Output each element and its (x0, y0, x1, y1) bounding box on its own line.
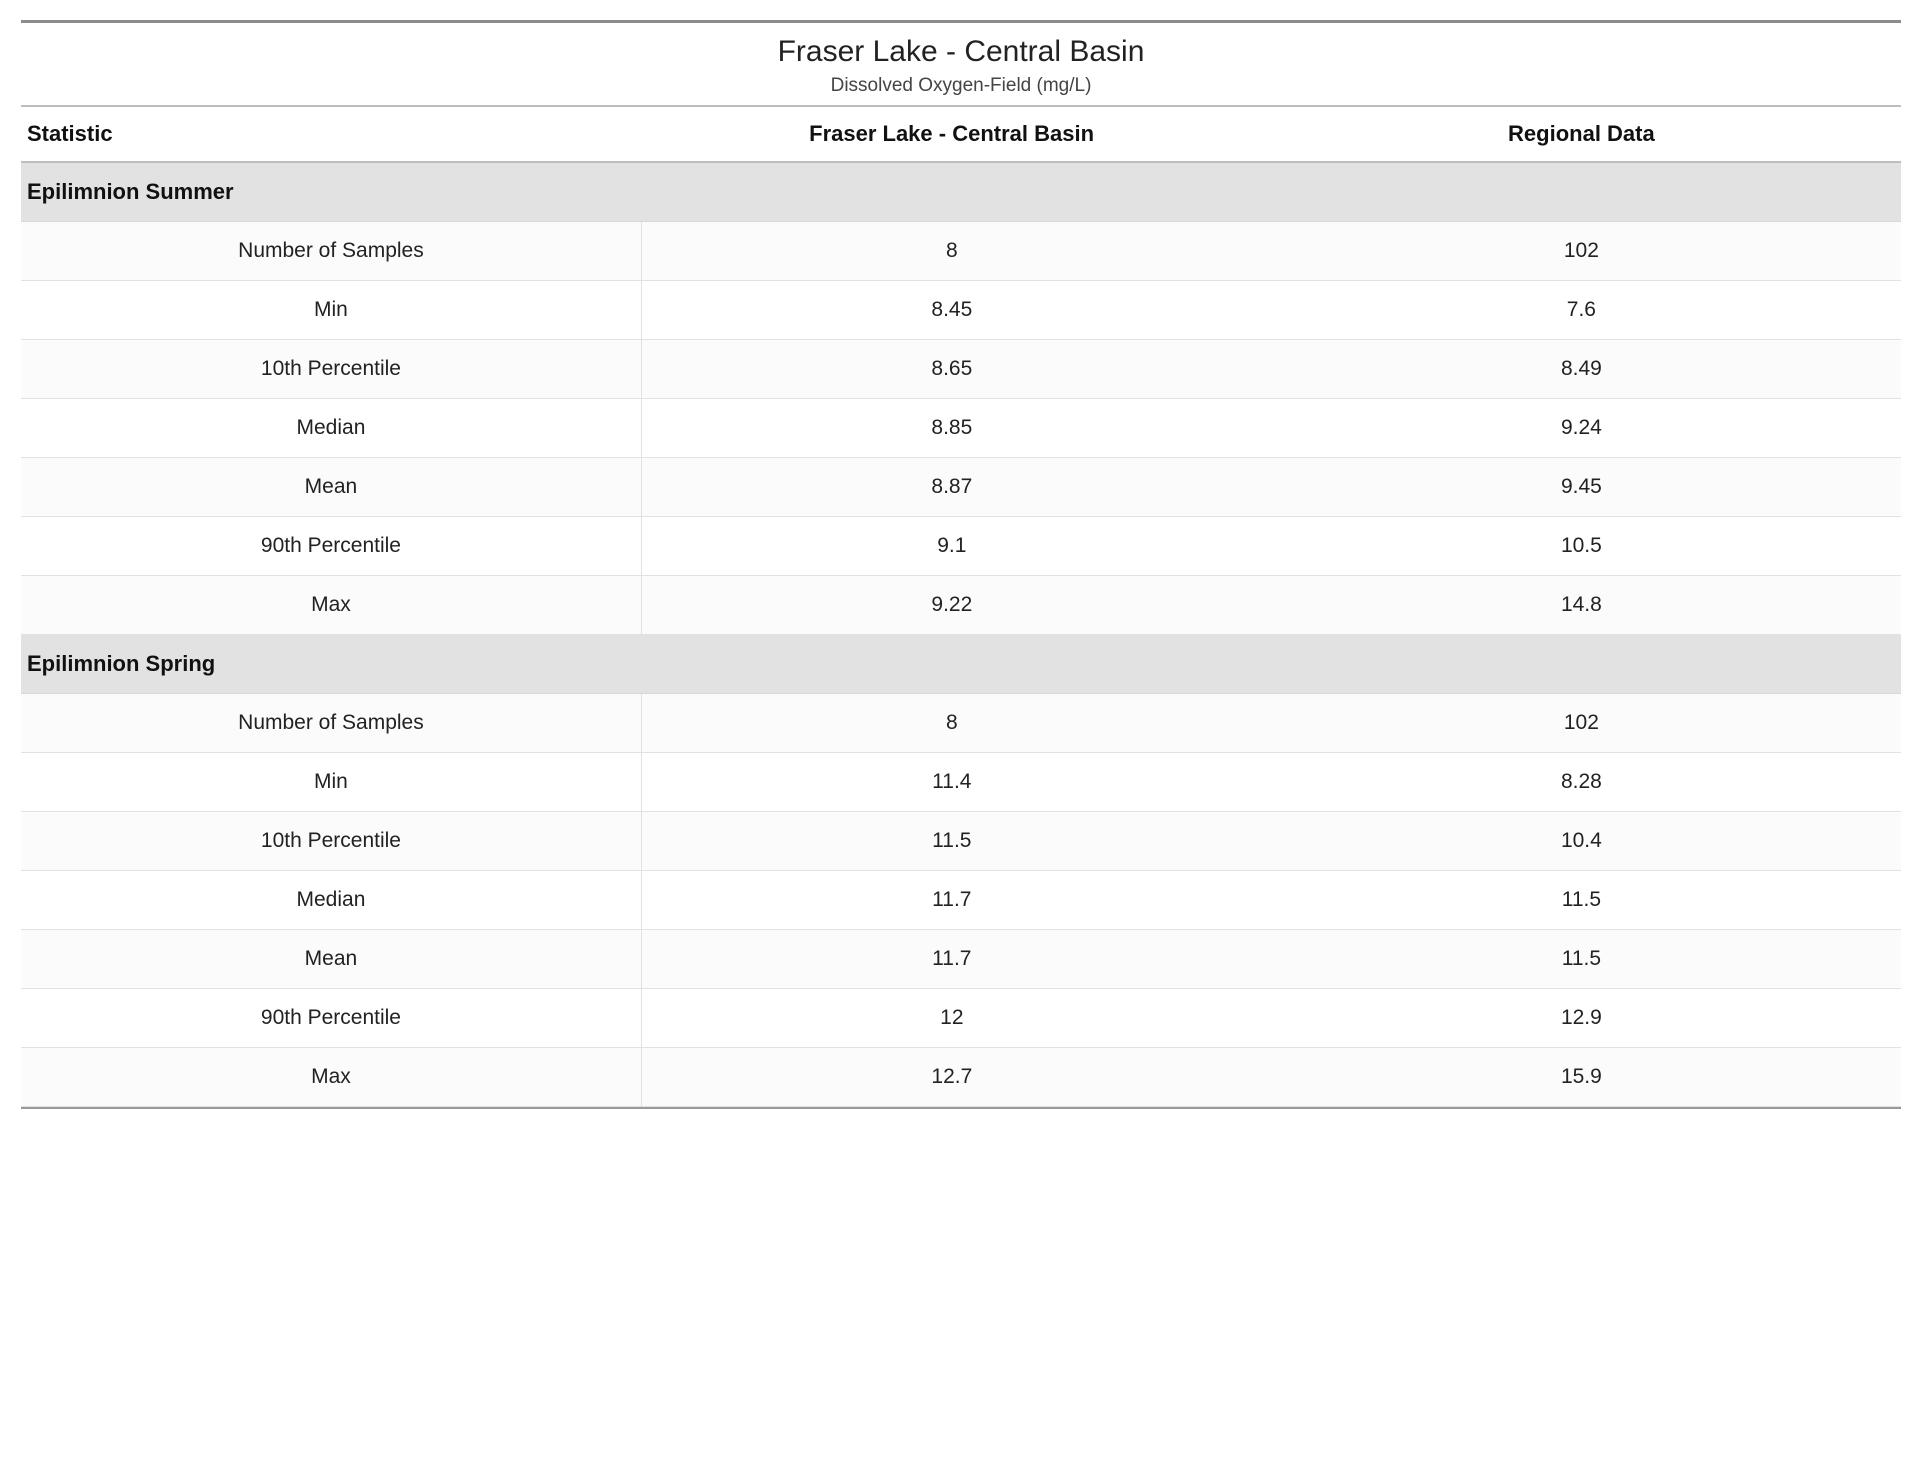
cell-regional-value: 9.24 (1262, 399, 1901, 458)
cell-regional-value: 7.6 (1262, 281, 1901, 340)
cell-site-value: 11.7 (641, 930, 1261, 989)
table-row: 10th Percentile11.510.4 (21, 812, 1901, 871)
cell-site-value: 8.85 (641, 399, 1261, 458)
section-name: Epilimnion Summer (21, 162, 1901, 222)
cell-site-value: 8 (641, 694, 1261, 753)
cell-statistic: 10th Percentile (21, 812, 641, 871)
cell-site-value: 8 (641, 222, 1261, 281)
report-header: Fraser Lake - Central Basin Dissolved Ox… (21, 25, 1901, 105)
bottom-rule (21, 1107, 1901, 1109)
table-row: Number of Samples8102 (21, 694, 1901, 753)
cell-regional-value: 11.5 (1262, 871, 1901, 930)
cell-statistic: 90th Percentile (21, 989, 641, 1048)
report-container: Fraser Lake - Central Basin Dissolved Ox… (21, 20, 1901, 1109)
cell-site-value: 8.87 (641, 458, 1261, 517)
cell-site-value: 9.22 (641, 576, 1261, 635)
table-row: Max12.715.9 (21, 1048, 1901, 1107)
cell-statistic: Max (21, 1048, 641, 1107)
table-row: Median8.859.24 (21, 399, 1901, 458)
cell-regional-value: 102 (1262, 222, 1901, 281)
cell-regional-value: 10.5 (1262, 517, 1901, 576)
table-row: Min8.457.6 (21, 281, 1901, 340)
cell-regional-value: 15.9 (1262, 1048, 1901, 1107)
cell-statistic: Min (21, 753, 641, 812)
cell-regional-value: 11.5 (1262, 930, 1901, 989)
cell-regional-value: 10.4 (1262, 812, 1901, 871)
cell-statistic: Number of Samples (21, 694, 641, 753)
table-header-row: Statistic Fraser Lake - Central Basin Re… (21, 107, 1901, 162)
cell-statistic: Number of Samples (21, 222, 641, 281)
cell-site-value: 8.45 (641, 281, 1261, 340)
report-subtitle: Dissolved Oxygen-Field (mg/L) (21, 75, 1901, 97)
report-title: Fraser Lake - Central Basin (21, 35, 1901, 69)
cell-regional-value: 14.8 (1262, 576, 1901, 635)
cell-statistic: Mean (21, 458, 641, 517)
cell-site-value: 9.1 (641, 517, 1261, 576)
cell-regional-value: 8.49 (1262, 340, 1901, 399)
cell-site-value: 12 (641, 989, 1261, 1048)
cell-site-value: 12.7 (641, 1048, 1261, 1107)
top-rule (21, 20, 1901, 23)
cell-regional-value: 12.9 (1262, 989, 1901, 1048)
cell-site-value: 11.5 (641, 812, 1261, 871)
cell-statistic: Median (21, 871, 641, 930)
table-row: 90th Percentile1212.9 (21, 989, 1901, 1048)
table-row: Median11.711.5 (21, 871, 1901, 930)
section-header: Epilimnion Summer (21, 162, 1901, 222)
cell-statistic: Min (21, 281, 641, 340)
cell-statistic: Max (21, 576, 641, 635)
table-row: Min11.48.28 (21, 753, 1901, 812)
cell-statistic: Median (21, 399, 641, 458)
table-row: 90th Percentile9.110.5 (21, 517, 1901, 576)
table-row: Number of Samples8102 (21, 222, 1901, 281)
cell-statistic: 10th Percentile (21, 340, 641, 399)
cell-regional-value: 9.45 (1262, 458, 1901, 517)
section-header: Epilimnion Spring (21, 635, 1901, 694)
cell-regional-value: 8.28 (1262, 753, 1901, 812)
cell-site-value: 11.7 (641, 871, 1261, 930)
section-name: Epilimnion Spring (21, 635, 1901, 694)
cell-site-value: 11.4 (641, 753, 1261, 812)
col-statistic: Statistic (21, 107, 641, 162)
table-row: Mean11.711.5 (21, 930, 1901, 989)
col-site: Fraser Lake - Central Basin (641, 107, 1261, 162)
cell-statistic: Mean (21, 930, 641, 989)
col-regional: Regional Data (1262, 107, 1901, 162)
cell-site-value: 8.65 (641, 340, 1261, 399)
table-row: Max9.2214.8 (21, 576, 1901, 635)
cell-regional-value: 102 (1262, 694, 1901, 753)
table-row: 10th Percentile8.658.49 (21, 340, 1901, 399)
table-row: Mean8.879.45 (21, 458, 1901, 517)
stats-table: Statistic Fraser Lake - Central Basin Re… (21, 107, 1901, 1107)
cell-statistic: 90th Percentile (21, 517, 641, 576)
